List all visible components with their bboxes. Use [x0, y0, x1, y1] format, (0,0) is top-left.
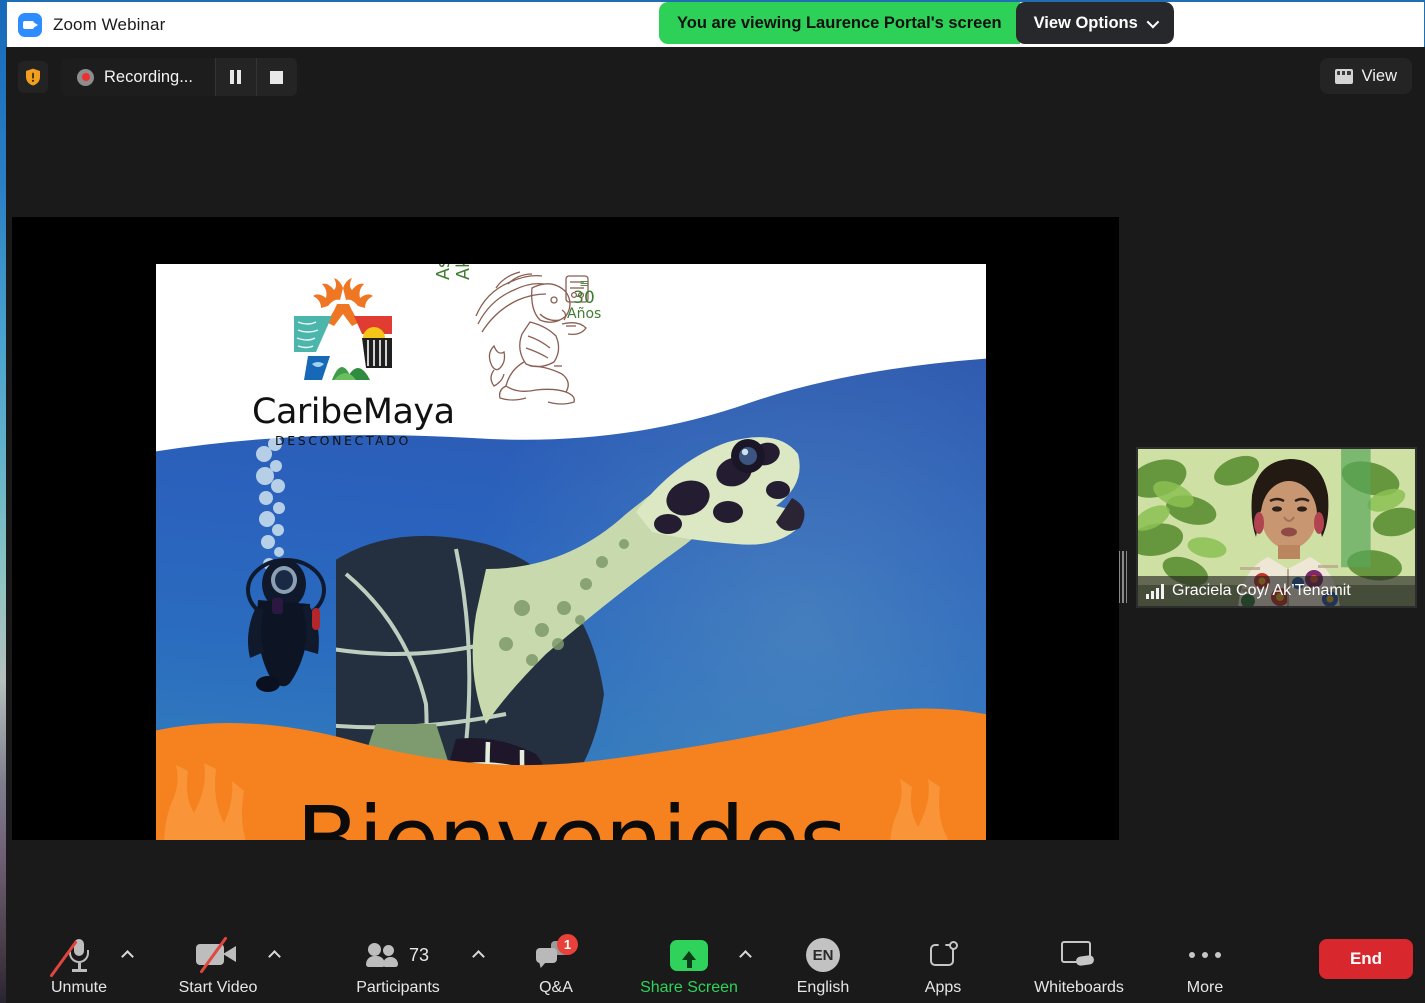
layout-grid-icon — [1334, 68, 1353, 84]
apps-icon — [928, 941, 958, 969]
participant-name: Graciela Coy/ Ak’Tenamit — [1172, 582, 1351, 599]
stop-recording-button[interactable] — [255, 58, 297, 96]
caribemaya-logo: CaribeMaya DESCONECTADO — [252, 270, 455, 448]
camera-off-icon — [196, 936, 240, 974]
stop-icon — [270, 70, 284, 84]
participants-options-caret[interactable] — [471, 949, 485, 963]
shared-screen-canvas[interactable]: CaribeMaya DESCONECTADO Asociación Ak’Te… — [12, 217, 1119, 840]
caret-up-icon — [120, 949, 134, 963]
security-shield-icon — [26, 68, 40, 86]
microphone-muted-icon — [49, 938, 92, 978]
screen-share-banner: You are viewing Laurence Portal's screen… — [659, 2, 1174, 44]
more-ellipsis-icon — [1189, 952, 1221, 958]
meeting-toolbar: Unmute Start Video 73 Participants 1 Q&A… — [7, 893, 1425, 1003]
security-shield-button[interactable] — [18, 61, 48, 93]
participant-name-overlay: Graciela Coy/ Ak’Tenamit — [1138, 576, 1415, 606]
qa-label: Q&A — [539, 979, 573, 996]
share-resize-handle[interactable] — [1119, 547, 1127, 607]
zoom-webinar-window: Zoom Webinar You are viewing Laurence Po… — [6, 0, 1425, 1003]
recording-status-label: Recording... — [104, 67, 193, 86]
more-button[interactable]: More — [1155, 933, 1255, 997]
slide-logos: CaribeMaya DESCONECTADO Asociación Ak’Te… — [252, 264, 601, 448]
participants-label: Participants — [356, 979, 440, 996]
whiteboard-icon — [1061, 941, 1097, 969]
recording-status-box: Recording... — [61, 58, 297, 96]
caret-up-icon — [471, 949, 485, 963]
unmute-button[interactable]: Unmute — [29, 933, 129, 997]
anniversary-badge: ≡ 30 Años — [567, 277, 602, 323]
aktenamit-wordmark: Asociación Ak’Tenamit — [434, 264, 474, 280]
anniversary-unit: Años — [567, 306, 602, 323]
whiteboards-label: Whiteboards — [1034, 979, 1124, 996]
pause-icon — [230, 70, 242, 84]
participants-button[interactable]: 73 Participants — [348, 933, 448, 997]
signal-bars-icon — [1146, 583, 1164, 599]
share-screen-icon — [670, 939, 708, 971]
language-en-icon: EN — [806, 938, 840, 972]
app-title: Zoom Webinar — [53, 14, 166, 34]
view-layout-button[interactable]: View — [1319, 58, 1412, 94]
language-label: English — [796, 979, 850, 996]
start-video-button[interactable]: Start Video — [168, 933, 268, 997]
recording-controls: Recording... — [18, 58, 297, 96]
caret-up-icon — [267, 949, 281, 963]
meeting-stage: Recording... View CaribeMaya DESCONECTAD… — [6, 47, 1425, 1003]
share-options-caret[interactable] — [738, 949, 752, 963]
anniversary-number: 30 — [573, 287, 595, 308]
presentation-slide: CaribeMaya DESCONECTADO Asociación Ak’Te… — [156, 264, 986, 840]
participant-video-thumbnail[interactable]: Graciela Coy/ Ak’Tenamit — [1136, 447, 1417, 608]
more-label: More — [1186, 979, 1224, 996]
view-options-button[interactable]: View Options — [1015, 2, 1174, 44]
aktenamit-line1: Asociación — [434, 264, 454, 280]
whiteboards-button[interactable]: Whiteboards — [1020, 933, 1138, 997]
participants-icon — [365, 943, 401, 967]
question-answer-icon: 1 — [536, 934, 578, 970]
video-options-caret[interactable] — [267, 949, 281, 963]
zoom-video-logo-icon — [18, 12, 42, 37]
unmute-label: Unmute — [50, 979, 108, 996]
record-dot-icon — [61, 58, 104, 96]
start-video-label: Start Video — [178, 979, 258, 996]
audio-options-caret[interactable] — [120, 949, 134, 963]
caribemaya-star-coral-logo-icon — [294, 278, 392, 380]
apps-button[interactable]: Apps — [893, 933, 993, 997]
chevron-down-icon — [1146, 15, 1160, 28]
caret-up-icon — [738, 949, 752, 963]
share-screen-button[interactable]: Share Screen — [639, 933, 739, 997]
view-button-label: View — [1361, 66, 1397, 85]
caribemaya-tagline: DESCONECTADO — [275, 433, 411, 448]
slide-headline: Bienvenidos — [156, 795, 986, 841]
qa-unread-badge: 1 — [557, 934, 578, 955]
qa-button[interactable]: 1 Q&A — [506, 933, 606, 997]
view-options-label: View Options — [1033, 13, 1138, 32]
viewing-screen-label: You are viewing Laurence Portal's screen — [659, 2, 1020, 44]
language-button[interactable]: EN English — [773, 933, 873, 997]
end-button[interactable]: End — [1319, 939, 1413, 979]
share-screen-label: Share Screen — [640, 979, 738, 996]
caribemaya-wordmark: CaribeMaya — [252, 392, 455, 432]
apps-label: Apps — [924, 979, 962, 996]
pause-recording-button[interactable] — [214, 58, 256, 96]
aktenamit-logo: Asociación Ak’Tenamit — [434, 264, 601, 420]
scuba-diver — [246, 558, 326, 692]
participants-count: 73 — [408, 944, 430, 965]
